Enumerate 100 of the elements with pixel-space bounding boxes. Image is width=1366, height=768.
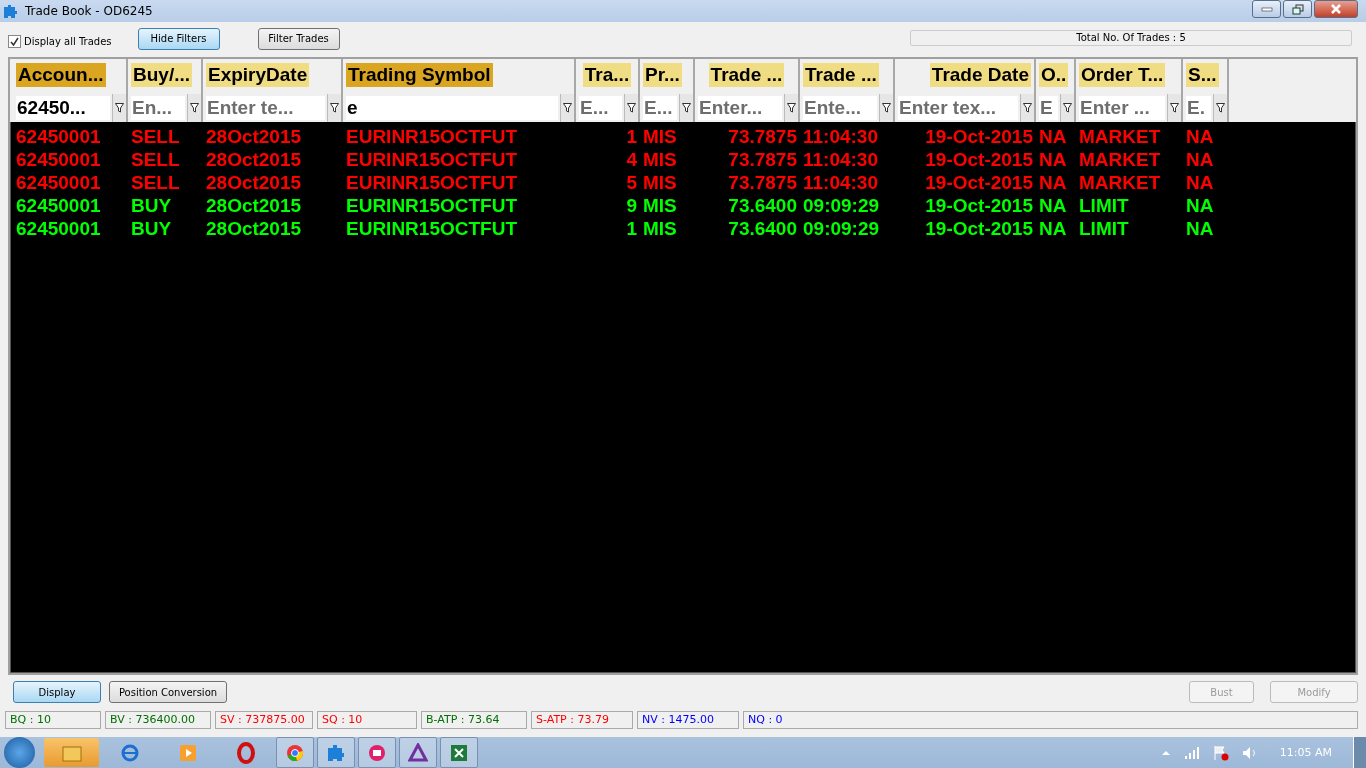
action-button[interactable]: Position Conversion bbox=[109, 681, 227, 703]
column-header[interactable]: Trade ... bbox=[708, 62, 785, 87]
toolbar-button[interactable]: Hide Filters bbox=[137, 27, 220, 50]
minimize-icon bbox=[1260, 6, 1273, 12]
filter-field[interactable]: Enter ... bbox=[1079, 95, 1165, 120]
filter-button[interactable] bbox=[1213, 93, 1227, 122]
column-header[interactable]: Trade Date bbox=[929, 62, 1031, 87]
table-cell: 11:04:30 bbox=[803, 171, 878, 193]
table-cell: 09:09:29 bbox=[803, 194, 880, 216]
flag-icon bbox=[1212, 744, 1229, 761]
filter-icon bbox=[1023, 102, 1032, 113]
speaker-icon bbox=[1241, 745, 1258, 760]
table-cell: 28Oct2015 bbox=[206, 194, 302, 216]
filter-field[interactable]: e bbox=[346, 95, 558, 120]
table-cell: BUY bbox=[131, 217, 172, 239]
status-field: SQ : 10 bbox=[317, 711, 417, 729]
table-cell: BUY bbox=[131, 194, 172, 216]
browser-icon bbox=[285, 742, 305, 763]
table-cell: MIS bbox=[643, 194, 677, 216]
table-cell: EURINR15OCTFUT bbox=[346, 171, 517, 193]
table-cell: 62450001 bbox=[16, 125, 101, 147]
filter-field[interactable]: E... bbox=[579, 95, 622, 120]
table-cell: EURINR15OCTFUT bbox=[346, 125, 517, 147]
filter-button[interactable] bbox=[624, 93, 638, 122]
filter-icon bbox=[787, 102, 796, 113]
filter-button[interactable] bbox=[327, 93, 341, 122]
puzzle-icon bbox=[326, 742, 346, 763]
browser-icon bbox=[119, 742, 140, 763]
table-cell: 28Oct2015 bbox=[206, 148, 302, 170]
filter-field[interactable]: Enter tex... bbox=[898, 95, 1018, 120]
table-cell: 28Oct2015 bbox=[206, 125, 302, 147]
filter-button[interactable] bbox=[187, 93, 201, 122]
column-header[interactable]: S... bbox=[1186, 62, 1219, 87]
checkbox[interactable] bbox=[8, 35, 21, 48]
column-header[interactable]: Buy/... bbox=[131, 62, 192, 87]
column-header[interactable]: Trade ... bbox=[803, 62, 879, 87]
column-header[interactable]: Order T... bbox=[1079, 62, 1166, 87]
filter-icon bbox=[1063, 102, 1072, 113]
table-cell: 11:04:30 bbox=[803, 125, 878, 147]
table-cell: 5 bbox=[626, 171, 637, 193]
table-cell: NA bbox=[1039, 194, 1067, 216]
show-desktop-button[interactable] bbox=[1353, 737, 1366, 768]
restore-button[interactable] bbox=[1283, 0, 1312, 18]
toolbar-button[interactable]: Filter Trades bbox=[257, 27, 340, 50]
taskbar-button[interactable] bbox=[399, 737, 437, 768]
close-button[interactable] bbox=[1314, 0, 1358, 18]
column-header[interactable]: ExpiryDate bbox=[206, 62, 310, 87]
table-cell: 73.6400 bbox=[728, 217, 797, 239]
taskbar-button[interactable] bbox=[317, 737, 355, 768]
filter-icon bbox=[1216, 102, 1225, 113]
table-cell: SELL bbox=[131, 148, 180, 170]
table-cell: 4 bbox=[626, 148, 637, 170]
filter-button[interactable] bbox=[1167, 93, 1181, 122]
column-header[interactable]: Pr... bbox=[643, 62, 682, 87]
play-icon bbox=[177, 742, 198, 763]
spreadsheet-icon bbox=[449, 742, 469, 763]
table-cell: 19-Oct-2015 bbox=[925, 125, 1033, 147]
filter-field[interactable]: Ente... bbox=[803, 95, 877, 120]
table-cell: MIS bbox=[643, 148, 677, 170]
table-cell: NA bbox=[1039, 148, 1067, 170]
filter-button[interactable] bbox=[112, 93, 126, 122]
column-header[interactable]: Trading Symbol bbox=[346, 62, 493, 87]
column-header[interactable]: Accoun... bbox=[16, 62, 106, 87]
action-button[interactable]: Display bbox=[13, 681, 101, 703]
table-cell: NA bbox=[1186, 194, 1214, 216]
filter-field[interactable]: Enter te... bbox=[206, 95, 325, 120]
caret-icon bbox=[1160, 749, 1171, 756]
filter-field[interactable]: En... bbox=[131, 95, 185, 120]
filter-field[interactable]: E bbox=[1039, 95, 1058, 120]
table-cell: MARKET bbox=[1079, 148, 1161, 170]
filter-button[interactable] bbox=[1060, 93, 1074, 122]
restore-icon bbox=[1291, 3, 1304, 15]
table-cell: NA bbox=[1039, 217, 1067, 239]
filter-field[interactable]: E... bbox=[643, 95, 677, 120]
filter-field[interactable]: Enter... bbox=[698, 95, 782, 120]
table-cell: NA bbox=[1186, 217, 1214, 239]
taskbar-button[interactable] bbox=[358, 737, 396, 768]
table-cell: NA bbox=[1039, 171, 1067, 193]
start-button[interactable] bbox=[4, 737, 35, 768]
filter-button[interactable] bbox=[679, 93, 693, 122]
filter-button[interactable] bbox=[879, 93, 893, 122]
table-cell: EURINR15OCTFUT bbox=[346, 217, 517, 239]
table-cell: NA bbox=[1039, 125, 1067, 147]
filter-field[interactable]: 62450... bbox=[16, 95, 110, 120]
filter-field[interactable]: E. bbox=[1186, 95, 1211, 120]
filter-button[interactable] bbox=[560, 93, 574, 122]
filter-button[interactable] bbox=[784, 93, 798, 122]
display-all-checkbox[interactable]: Display all Trades bbox=[8, 35, 112, 48]
filter-button[interactable] bbox=[1020, 93, 1034, 122]
table-cell: NA bbox=[1186, 125, 1214, 147]
table-cell: 1 bbox=[626, 125, 637, 147]
column-header[interactable]: O.. bbox=[1039, 62, 1069, 87]
table-cell: MARKET bbox=[1079, 171, 1161, 193]
taskbar-button[interactable] bbox=[276, 737, 314, 768]
table-cell: LIMIT bbox=[1079, 217, 1129, 239]
column-header[interactable]: Tra... bbox=[582, 62, 632, 87]
taskbar-button[interactable] bbox=[440, 737, 478, 768]
table-cell: MARKET bbox=[1079, 125, 1161, 147]
minimize-button[interactable] bbox=[1252, 0, 1281, 18]
table-cell: NA bbox=[1186, 171, 1214, 193]
